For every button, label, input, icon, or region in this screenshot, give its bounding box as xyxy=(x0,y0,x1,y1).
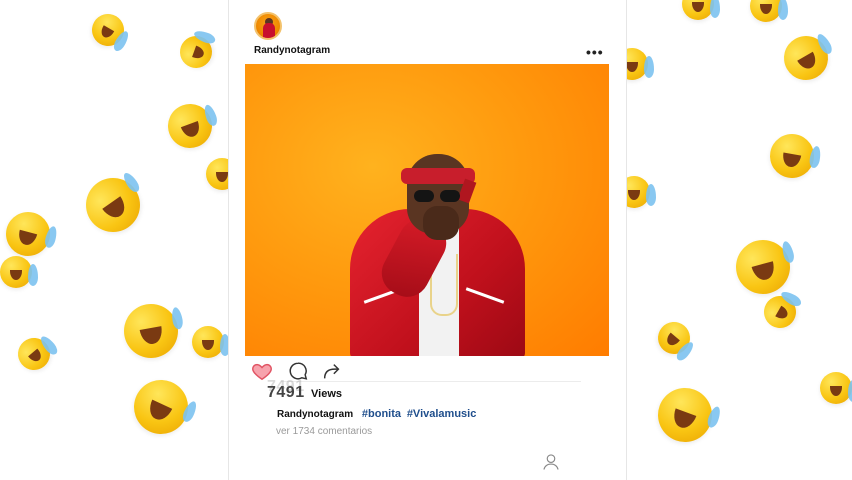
laughing-emoji-icon xyxy=(758,290,802,334)
laughing-emoji-icon xyxy=(0,256,38,288)
post-card: Randynotagram ••• 7491 Views Randynotagr… xyxy=(228,0,627,480)
sunglasses xyxy=(414,190,462,202)
laughing-emoji-icon xyxy=(75,167,151,243)
avatar-figure xyxy=(263,23,275,38)
laughing-emoji-icon xyxy=(729,233,797,301)
caption-username[interactable]: Randynotagram xyxy=(277,409,353,420)
post-username[interactable]: Randynotagram xyxy=(254,45,330,56)
laughing-emoji-icon xyxy=(192,326,228,358)
comment-bubble-icon[interactable] xyxy=(287,360,309,382)
hand-over-mouth xyxy=(423,206,459,240)
share-arrow-icon[interactable] xyxy=(321,360,343,382)
laughing-emoji-icon xyxy=(766,130,818,182)
avatar[interactable] xyxy=(254,12,282,40)
laughing-emoji-icon xyxy=(161,97,219,155)
laughing-emoji-icon xyxy=(682,0,720,20)
laughing-emoji-icon xyxy=(626,176,656,208)
emoji-backdrop-right xyxy=(626,0,852,480)
hashtag-bonita[interactable]: #bonita xyxy=(362,408,401,420)
laughing-emoji-icon xyxy=(626,48,654,80)
divider xyxy=(281,381,581,382)
views-number: 7491 xyxy=(267,384,305,401)
laughing-emoji-icon xyxy=(650,380,720,450)
laughing-emoji-icon xyxy=(750,0,788,22)
laughing-emoji-icon xyxy=(206,158,228,190)
emoji-backdrop-left xyxy=(0,0,228,480)
view-comments-link[interactable]: ver 1734 comentarios xyxy=(276,426,372,437)
views-label: Views xyxy=(311,388,343,400)
views-count: 7491 Views xyxy=(267,384,342,402)
laughing-emoji-icon xyxy=(651,315,697,361)
laughing-emoji-icon xyxy=(175,31,217,73)
more-dots-icon[interactable]: ••• xyxy=(586,44,604,60)
laughing-emoji-icon xyxy=(775,27,837,89)
heart-icon[interactable] xyxy=(251,360,273,382)
profile-icon[interactable] xyxy=(541,452,561,472)
post-photo[interactable] xyxy=(245,64,609,356)
laughing-emoji-icon xyxy=(820,372,852,404)
laughing-emoji-icon xyxy=(86,8,130,52)
action-bar xyxy=(251,360,591,382)
caption: Randynotagram #bonita #Vivalamusic xyxy=(277,408,476,420)
hashtag-vivalamusic[interactable]: #Vivalamusic xyxy=(407,408,477,420)
laughing-emoji-icon xyxy=(11,331,57,377)
laughing-emoji-icon xyxy=(119,299,183,363)
laughing-emoji-icon xyxy=(125,371,197,443)
person-illustration xyxy=(335,154,535,356)
laughing-emoji-icon xyxy=(1,207,55,261)
